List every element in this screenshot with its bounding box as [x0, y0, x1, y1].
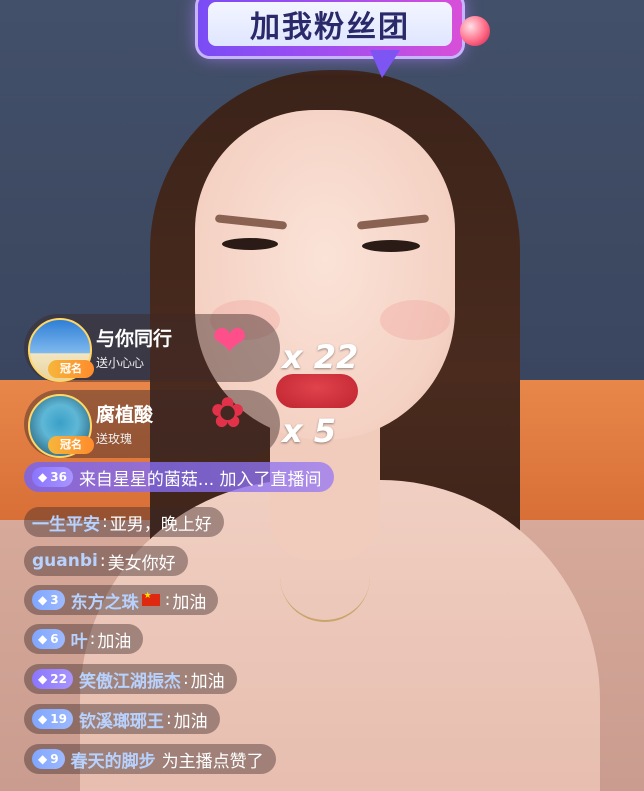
- level-badge: ◆ 36: [32, 467, 73, 487]
- chat-text: 亚男，晚上好: [109, 514, 212, 535]
- level-badge: ◆ 19: [32, 709, 73, 729]
- chat-text: 美女你好: [107, 553, 176, 574]
- chat-message[interactable]: ◆ 19 钦溪瑯琊王: 加油: [24, 704, 220, 734]
- chat-text: 加油: [190, 671, 225, 692]
- chat-username[interactable]: 东方之珠: [71, 588, 139, 613]
- level-number: 9: [50, 752, 59, 766]
- level-number: 6: [50, 632, 59, 646]
- chat-username[interactable]: 一生平安: [32, 510, 100, 535]
- chat-text: 加油: [173, 711, 208, 732]
- heart-gift-icon: ❤: [212, 316, 248, 365]
- chat-message[interactable]: ◆3 东方之珠 : 加油: [24, 585, 219, 615]
- left-eye: [222, 238, 278, 250]
- chat-message[interactable]: ◆ 9 春天的脚步 为主播点赞了: [24, 744, 276, 774]
- gift-sender-name[interactable]: 腐植酸: [96, 400, 153, 427]
- level-number: 3: [50, 593, 59, 607]
- chat-username[interactable]: 钦溪瑯琊王: [79, 707, 164, 732]
- level-number: 19: [50, 712, 67, 726]
- join-notice-text: 来自星星的菌菇... 加入了直播间: [78, 469, 322, 490]
- chat-message[interactable]: 一生平安: 亚男，晚上好: [24, 507, 224, 537]
- level-number: 22: [50, 672, 67, 686]
- chat-text: 加油: [97, 631, 132, 652]
- chat-text: 加油: [172, 592, 207, 613]
- chat-username[interactable]: guanbi: [32, 551, 98, 571]
- china-flag-icon: [141, 591, 160, 606]
- level-badge: ◆ 3: [32, 590, 65, 610]
- gift-sender-name[interactable]: 与你同行: [96, 324, 172, 351]
- level-badge: ◆ 22: [32, 669, 73, 689]
- streamer-lips: [276, 374, 358, 408]
- chat-username[interactable]: 春天的脚步: [71, 747, 156, 772]
- gem-icon: ◆: [38, 752, 48, 766]
- title-badge: 冠名: [48, 436, 94, 454]
- gem-icon: ◆: [38, 672, 48, 686]
- rose-gift-icon: ✿: [210, 388, 246, 437]
- chat-username[interactable]: 笑傲江湖振杰: [79, 667, 181, 692]
- gift-count: x 5: [282, 412, 337, 450]
- right-cheek: [380, 300, 450, 340]
- chat-message[interactable]: ◆ 22 笑傲江湖振杰: 加油: [24, 664, 237, 694]
- chat-message[interactable]: ◆ 6 叶: 加油: [24, 624, 144, 654]
- title-badge: 冠名: [48, 360, 94, 378]
- ornament-ball-icon: [460, 16, 490, 46]
- chat-text: 为主播点赞了: [161, 751, 264, 772]
- gem-icon: ◆: [38, 712, 48, 726]
- chat-message[interactable]: guanbi: 美女你好: [24, 546, 188, 576]
- join-notice: ◆ 36 来自星星的菌菇... 加入了直播间: [24, 462, 334, 492]
- banner-label-box: 加我粉丝团: [208, 2, 452, 46]
- fan-club-banner-text: 加我粉丝团: [250, 10, 410, 45]
- right-eye: [362, 240, 420, 252]
- gift-action-text: 送玫瑰: [96, 432, 133, 446]
- gift-count: x 22: [282, 338, 359, 376]
- level-badge: ◆ 6: [32, 629, 65, 649]
- live-stream-view: 加我粉丝团 冠名 与你同行 送小心心 ❤ x 22 冠名 腐植酸 送玫瑰 ✿ x…: [0, 0, 644, 791]
- chat-username[interactable]: 叶: [71, 627, 88, 652]
- level-badge: ◆ 9: [32, 749, 65, 769]
- gem-icon: ◆: [38, 593, 48, 607]
- level-number: 36: [50, 470, 67, 484]
- gift-action-text: 送小心心: [96, 356, 145, 370]
- gem-icon: ◆: [38, 470, 48, 484]
- fan-club-banner[interactable]: 加我粉丝团: [198, 0, 462, 56]
- gem-icon: ◆: [38, 632, 48, 646]
